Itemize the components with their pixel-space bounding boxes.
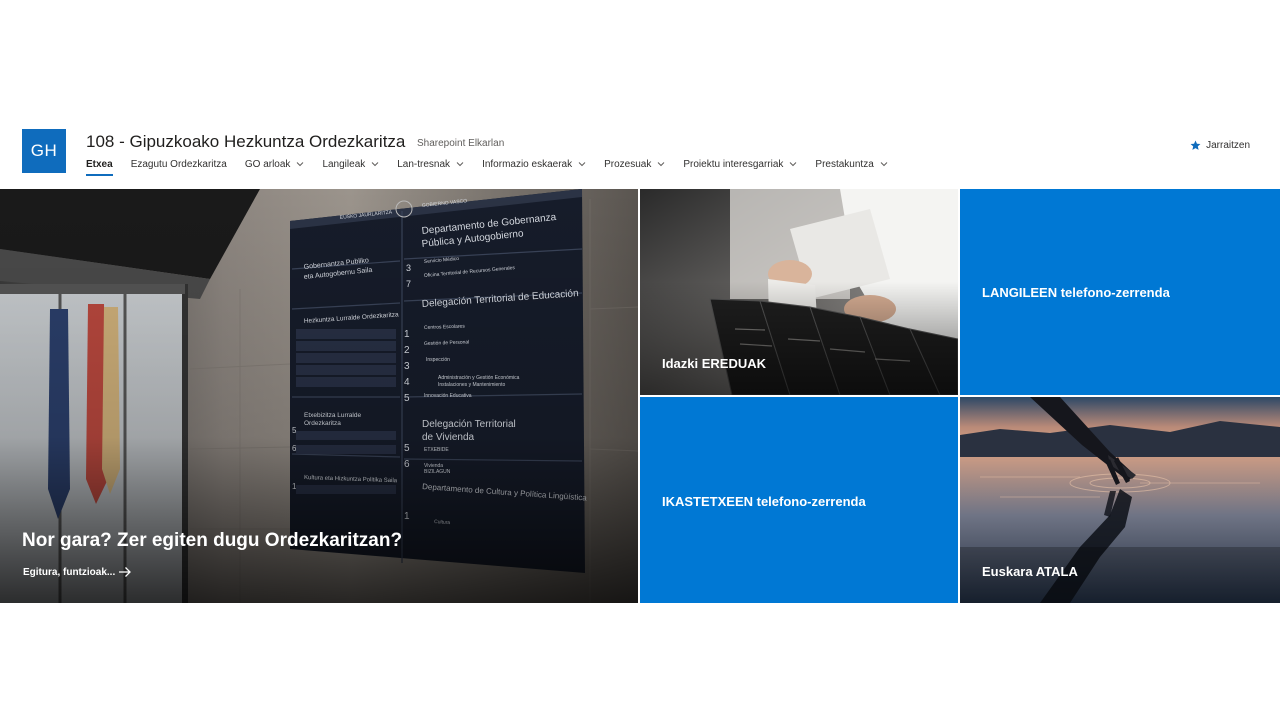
arrow-right-icon: [119, 567, 132, 577]
chevron-down-icon: [578, 160, 586, 168]
tile-label: IKASTETXEEN telefono-zerrenda: [662, 494, 866, 509]
site-subtitle: Sharepoint Elkarlan: [417, 138, 505, 149]
nav-item-label: Informazio eskaerak: [482, 158, 573, 170]
hero-main-tile[interactable]: EUSKO JAURLARITZA GOBIERNO VASCO Goberna…: [0, 189, 638, 603]
nav-item-prestakuntza[interactable]: Prestakuntza: [815, 156, 888, 172]
page: GH 108 - Gipuzkoako Hezkuntza Ordezkarit…: [0, 0, 1280, 720]
nav-item-label: Proiektu interesgarriak: [683, 158, 784, 170]
site-title[interactable]: 108 - Gipuzkoako Hezkuntza Ordezkaritza: [86, 132, 405, 152]
chevron-down-icon: [371, 160, 379, 168]
nav-item-lan-tresnak[interactable]: Lan-tresnak: [397, 156, 464, 172]
chevron-down-icon: [657, 160, 665, 168]
nav-item-label: GO arloak: [244, 158, 291, 170]
hero-tile-euskara-atala[interactable]: Euskara ATALA: [960, 397, 1280, 603]
hero-tile-ikastetxeen-telefono-zerrenda[interactable]: IKASTETXEEN telefono-zerrenda: [640, 397, 958, 603]
nav-item-label: Langileak: [322, 158, 366, 170]
chevron-down-icon: [880, 160, 888, 168]
nav-item-langileak[interactable]: Langileak: [322, 156, 379, 172]
nav-item-label: Ezagutu Ordezkaritza: [130, 158, 227, 170]
tile-label: Euskara ATALA: [982, 564, 1078, 579]
nav-item-label: Lan-tresnak: [397, 158, 451, 170]
top-navigation: Etxea Ezagutu Ordezkaritza GO arloak Lan…: [86, 156, 906, 176]
nav-item-label: Prozesuak: [604, 158, 652, 170]
tile-label: LANGILEEN telefono-zerrenda: [982, 285, 1170, 300]
nav-item-etxea[interactable]: Etxea: [86, 156, 113, 176]
nav-item-prozesuak[interactable]: Prozesuak: [604, 156, 665, 172]
hero-main-link[interactable]: Egitura, funtzioak...: [23, 566, 132, 578]
site-header: GH 108 - Gipuzkoako Hezkuntza Ordezkarit…: [0, 120, 1280, 186]
hero-main-link-label: Egitura, funtzioak...: [23, 566, 116, 578]
nav-item-proiektu-interesgarriak[interactable]: Proiektu interesgarriak: [683, 156, 797, 172]
nav-item-label: Prestakuntza: [815, 158, 874, 170]
chevron-down-icon: [456, 160, 464, 168]
hero-tile-idazki-ereduak[interactable]: Idazki EREDUAK: [640, 189, 958, 395]
chevron-down-icon: [789, 160, 797, 168]
tile-label: Idazki EREDUAK: [662, 356, 767, 371]
hero-main-title: Nor gara? Zer egiten dugu Ordezkaritzan?: [22, 530, 403, 551]
nav-item-informazio-eskaerak[interactable]: Informazio eskaerak: [482, 156, 586, 172]
hero-web-part: EUSKO JAURLARITZA GOBIERNO VASCO Goberna…: [0, 189, 1280, 603]
nav-item-label: Etxea: [86, 158, 113, 170]
chevron-down-icon: [296, 160, 304, 168]
nav-item-go-arloak[interactable]: GO arloak: [245, 156, 305, 172]
follow-label: Jarraitzen: [1206, 140, 1250, 151]
nav-item-ezagutu-ordezkaritza[interactable]: Ezagutu Ordezkaritza: [131, 156, 227, 172]
follow-button[interactable]: Jarraitzen: [1190, 140, 1250, 151]
hero-tile-langileen-telefono-zerrenda[interactable]: LANGILEEN telefono-zerrenda: [960, 189, 1280, 395]
star-icon: [1190, 140, 1201, 150]
site-logo[interactable]: GH: [22, 129, 66, 173]
